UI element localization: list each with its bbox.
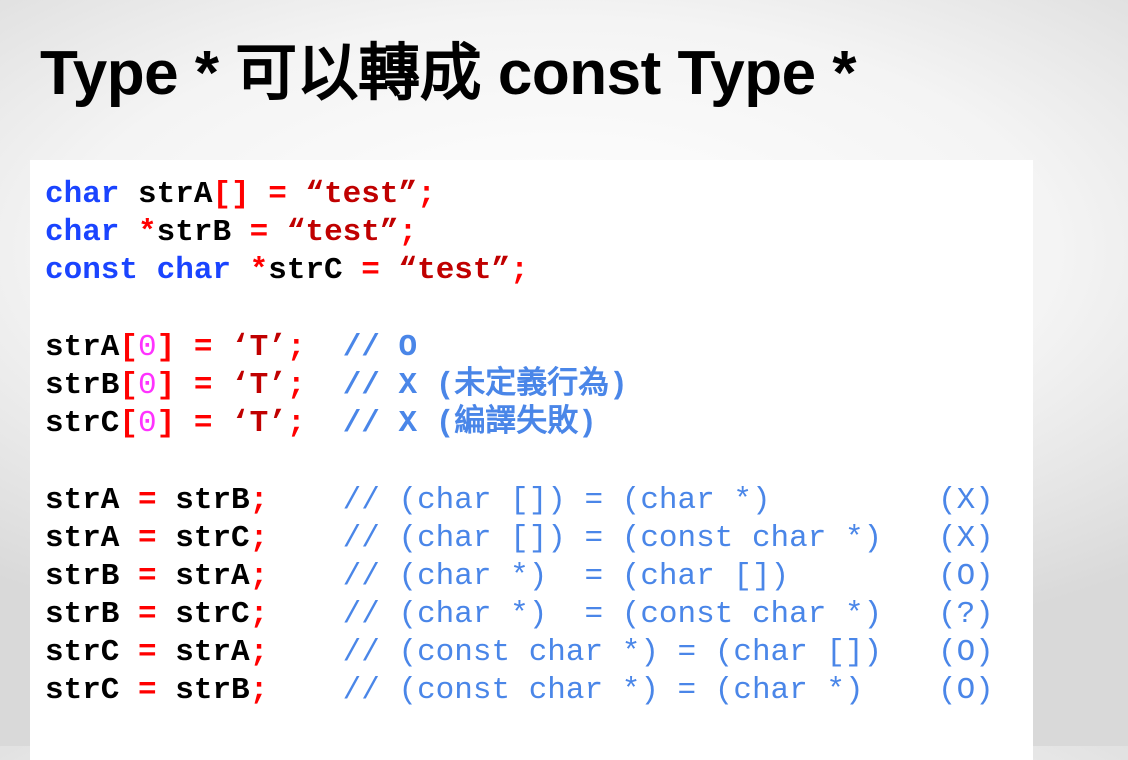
- code-string-literal: ‘T’: [231, 329, 287, 365]
- code-identifier: strC: [45, 635, 120, 671]
- code-identifier: strC: [175, 597, 250, 633]
- code-comment: // (const char *) = (char []) (O): [342, 635, 994, 671]
- code-index-number: 0: [138, 329, 157, 365]
- code-comment: // X (編譯失敗): [342, 406, 597, 442]
- code-line: strB[0] = ‘T’; // X (未定義行為): [45, 367, 994, 405]
- code-identifier: strA: [45, 520, 120, 556]
- code-comment: // O: [342, 329, 418, 365]
- code-punctuation: [: [119, 367, 139, 403]
- code-identifier: strB: [45, 558, 120, 594]
- code-punctuation: ]: [156, 406, 176, 442]
- code-line: strA[0] = ‘T’; // O: [45, 329, 994, 367]
- code-index-number: 0: [138, 406, 157, 442]
- code-identifier: strB: [45, 597, 120, 633]
- code-identifier: strB: [156, 215, 232, 251]
- slide-title: Type * 可以轉成 const Type *: [40, 39, 856, 108]
- code-comment: // (char *) = (char []) (O): [342, 558, 994, 594]
- code-punctuation: ;: [286, 406, 343, 442]
- code-punctuation: ;: [249, 597, 343, 633]
- code-punctuation: =: [119, 558, 176, 594]
- code-punctuation: ;: [286, 367, 343, 403]
- code-punctuation: =: [119, 597, 176, 633]
- code-keyword: char: [45, 215, 120, 251]
- code-string-literal: “test”: [286, 215, 399, 251]
- code-comment: // (char []) = (const char *) (X): [342, 520, 994, 556]
- code-line: strC = strA; // (const char *) = (char […: [45, 634, 994, 672]
- code-punctuation: ]: [156, 329, 176, 365]
- code-comment: // X (未定義行為): [342, 367, 628, 403]
- code-punctuation: ;: [249, 558, 343, 594]
- code-punctuation: [: [119, 406, 139, 442]
- code-line: const char *strC = “test”;: [45, 252, 994, 290]
- code-punctuation: =: [119, 482, 176, 518]
- code-comment: // (const char *) = (char *) (O): [342, 673, 994, 709]
- code-punctuation: []: [212, 177, 250, 212]
- code-punctuation: ;: [417, 177, 436, 212]
- code-identifier: strC: [268, 253, 343, 289]
- code-line: char *strB = “test”;: [45, 214, 994, 252]
- code-keyword: const char: [45, 253, 232, 289]
- code-identifier: strB: [175, 673, 250, 709]
- code-keyword: char: [45, 177, 120, 212]
- code-string-literal: “test”: [398, 253, 511, 289]
- code-identifier: strB: [175, 482, 250, 518]
- code-punctuation: =: [119, 673, 176, 709]
- code-punctuation: =: [175, 406, 232, 442]
- code-punctuation: =: [342, 253, 399, 289]
- code-punctuation: ;: [398, 215, 418, 251]
- code-identifier: strA: [45, 329, 120, 365]
- code-identifier: strA: [119, 177, 213, 212]
- code-identifier: strC: [45, 406, 120, 442]
- code-line: char strA[] = “test”;: [45, 176, 994, 214]
- code-punctuation: [: [119, 329, 139, 365]
- code-punctuation: *: [119, 215, 157, 251]
- code-punctuation: =: [119, 635, 176, 671]
- code-identifier: strA: [175, 558, 250, 594]
- code-comment: // (char *) = (const char *) (?): [342, 597, 994, 633]
- code-block: char strA[] = “test”; char *strB = “test”…: [45, 176, 994, 711]
- code-panel: char strA[] = “test”; char *strB = “test”…: [30, 160, 1033, 760]
- code-line: strB = strA; // (char *) = (char []) (O): [45, 558, 994, 596]
- code-line: strA = strB; // (char []) = (char *) (X): [45, 482, 994, 520]
- code-identifier: strC: [175, 520, 250, 556]
- code-punctuation: *: [231, 253, 269, 289]
- code-punctuation: ;: [249, 673, 343, 709]
- code-string-literal: ‘T’: [231, 406, 287, 442]
- code-identifier: strC: [45, 673, 120, 709]
- code-punctuation: ;: [249, 482, 343, 518]
- code-line: strC[0] = ‘T’; // X (編譯失敗): [45, 405, 994, 443]
- code-punctuation: ;: [286, 329, 343, 365]
- code-line: strC = strB; // (const char *) = (char *…: [45, 672, 994, 710]
- code-punctuation: ;: [249, 520, 343, 556]
- code-identifier: strA: [175, 635, 250, 671]
- code-line: strB = strC; // (char *) = (const char *…: [45, 596, 994, 634]
- code-punctuation: ;: [510, 253, 529, 289]
- code-string-literal: “test”: [305, 177, 418, 212]
- code-punctuation: ]: [156, 367, 176, 403]
- code-string-literal: ‘T’: [231, 367, 287, 403]
- code-index-number: 0: [138, 367, 157, 403]
- code-punctuation: =: [231, 215, 287, 251]
- code-punctuation: ;: [249, 635, 343, 671]
- code-punctuation: =: [175, 367, 232, 403]
- code-identifier: strB: [45, 367, 120, 403]
- code-punctuation: =: [119, 520, 176, 556]
- code-punctuation: =: [175, 329, 232, 365]
- code-punctuation: =: [249, 177, 306, 212]
- code-identifier: strA: [45, 482, 120, 518]
- code-comment: // (char []) = (char *) (X): [342, 482, 994, 518]
- code-line: strA = strC; // (char []) = (const char …: [45, 520, 994, 558]
